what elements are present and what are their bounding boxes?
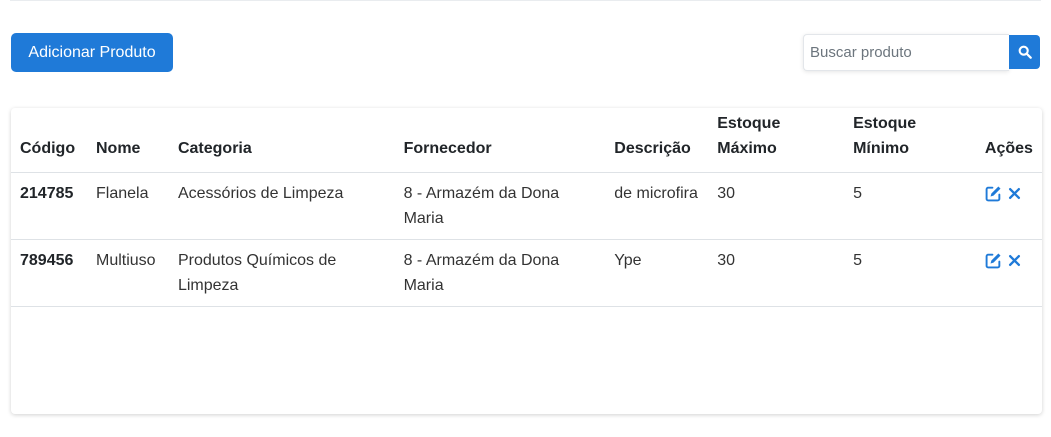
search-input[interactable] <box>803 34 1009 71</box>
cell-estoque-minimo: 5 <box>853 184 862 202</box>
edit-button[interactable] <box>985 252 1002 269</box>
cell-categoria: Produtos Químicos de Limpeza <box>177 251 337 294</box>
header-nome[interactable]: Nome <box>87 108 169 172</box>
products-table: Código Nome Categoria Fornecedor Descriç… <box>11 108 1042 307</box>
header-estoque-maximo-line2: Máximo <box>717 139 777 157</box>
table-row: 789456 Multiuso Produtos Químicos de Lim… <box>11 239 1042 306</box>
delete-button[interactable] <box>1008 187 1021 200</box>
top-divider <box>10 0 1041 1</box>
header-descricao[interactable]: Descrição <box>605 108 708 172</box>
header-codigo[interactable]: Código <box>11 108 87 172</box>
close-icon <box>1008 254 1020 266</box>
cell-estoque-maximo: 30 <box>717 184 736 202</box>
row-actions <box>985 248 1033 269</box>
header-estoque-maximo-line1: Estoque <box>717 114 781 132</box>
edit-icon <box>985 252 1001 268</box>
header-estoque-minimo-line2: Mínimo <box>853 139 910 157</box>
cell-fornecedor: 8 - Armazém da Dona Maria <box>403 184 560 227</box>
cell-codigo: 214785 <box>20 184 74 202</box>
add-product-button[interactable]: Adicionar Produto <box>11 33 173 72</box>
row-actions <box>985 181 1033 202</box>
header-estoque-minimo-line1: Estoque <box>853 114 917 132</box>
cell-codigo: 789456 <box>20 251 74 269</box>
cell-categoria: Acessórios de Limpeza <box>177 184 344 202</box>
header-acoes: Ações <box>984 139 1033 157</box>
cell-acoes <box>976 172 1042 239</box>
cell-nome: Multiuso <box>95 251 156 269</box>
edit-button[interactable] <box>985 185 1002 202</box>
close-icon <box>1008 187 1020 199</box>
cell-descricao: de microfira <box>614 184 698 202</box>
edit-icon <box>985 185 1001 201</box>
header-estoque-maximo[interactable]: Estoque Máximo <box>708 108 844 172</box>
cell-fornecedor: 8 - Armazém da Dona Maria <box>403 251 560 294</box>
header-fornecedor[interactable]: Fornecedor <box>395 108 606 172</box>
search-button[interactable] <box>1009 35 1040 69</box>
table-header-row: Código Nome Categoria Fornecedor Descriç… <box>11 108 1042 172</box>
table-row: 214785 Flanela Acessórios de Limpeza 8 -… <box>11 172 1042 239</box>
cell-nome: Flanela <box>95 184 149 202</box>
delete-button[interactable] <box>1008 254 1021 267</box>
products-table-card: Código Nome Categoria Fornecedor Descriç… <box>11 108 1042 414</box>
search-group <box>803 34 1043 71</box>
cell-estoque-minimo: 5 <box>853 251 862 269</box>
header-estoque-minimo[interactable]: Estoque Mínimo <box>844 108 976 172</box>
cell-estoque-maximo: 30 <box>717 251 736 269</box>
header-categoria[interactable]: Categoria <box>169 108 395 172</box>
cell-descricao: Ype <box>614 251 642 269</box>
search-icon <box>1018 45 1032 59</box>
cell-acoes <box>976 239 1042 306</box>
